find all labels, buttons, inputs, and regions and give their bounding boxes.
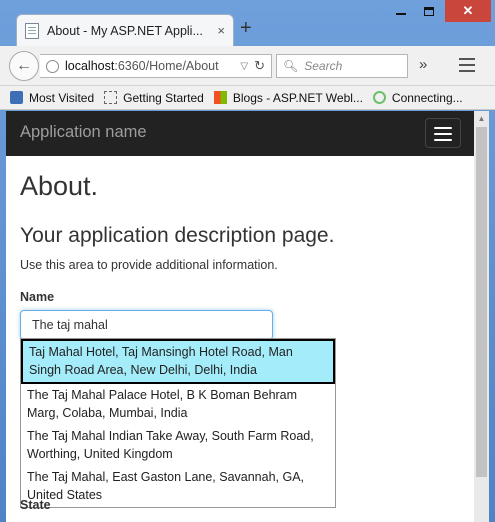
tab-about[interactable]: About - My ASP.NET Appli... × [16, 14, 234, 46]
bookmark-blogs[interactable]: Blogs - ASP.NET Webl... [213, 91, 363, 105]
maximize-button[interactable] [415, 0, 443, 22]
tab-title: About - My ASP.NET Appli... [47, 23, 203, 38]
minimize-icon [396, 13, 406, 15]
name-input[interactable] [20, 310, 273, 340]
page-icon [104, 91, 118, 104]
autocomplete-dropdown: Taj Mahal Hotel, Taj Mansingh Hotel Road… [20, 338, 336, 508]
autocomplete-item[interactable]: The Taj Mahal Palace Hotel, B K Boman Be… [21, 384, 335, 425]
name-label: Name [20, 290, 55, 304]
browser-window: About - My ASP.NET Appli... × + ✕ ← loca… [0, 0, 495, 522]
bookmarks-toolbar: Most Visited Getting Started Blogs - ASP… [0, 86, 495, 110]
page-description: Use this area to provide additional info… [20, 258, 278, 272]
url-text: localhost:6360/Home/About [65, 59, 219, 73]
page-icon [25, 22, 39, 39]
address-bar[interactable]: localhost:6360/Home/About ▽ ↻ [40, 54, 272, 78]
main-content: About. Your application description page… [20, 171, 460, 340]
scroll-thumb[interactable] [476, 127, 487, 477]
back-button[interactable]: ← [9, 51, 39, 81]
close-icon: ✕ [462, 3, 474, 18]
autocomplete-item[interactable]: The Taj Mahal, East Gaston Lane, Savanna… [21, 466, 335, 507]
page-title: About. [20, 171, 99, 201]
reload-icon[interactable]: ↻ [254, 58, 265, 74]
search-bar[interactable]: 🔍︎ Search [276, 54, 408, 78]
folder-icon [10, 91, 23, 104]
state-label: State [20, 498, 51, 512]
maximize-icon [424, 6, 434, 16]
page-viewport: Application name About. Your application… [6, 111, 489, 522]
menu-icon[interactable] [459, 58, 475, 76]
new-tab-button[interactable]: + [240, 18, 252, 38]
brand-link[interactable]: Application name [20, 123, 147, 142]
microsoft-icon [213, 91, 227, 104]
site-navbar: Application name [6, 111, 474, 156]
history-dropdown-icon[interactable]: ▽ [240, 61, 248, 72]
tab-bar: About - My ASP.NET Appli... × + ✕ [0, 0, 495, 46]
globe-icon [46, 59, 59, 73]
autocomplete-item[interactable]: Taj Mahal Hotel, Taj Mansingh Hotel Road… [21, 339, 335, 384]
navigation-toolbar: ← localhost:6360/Home/About ▽ ↻ 🔍︎ Searc… [0, 46, 495, 86]
back-arrow-icon: ← [16, 57, 32, 74]
vertical-scrollbar[interactable]: ▲ [474, 111, 489, 522]
search-placeholder: Search [304, 59, 343, 73]
bookmark-getting-started[interactable]: Getting Started [104, 91, 204, 105]
hamburger-menu-button[interactable] [425, 118, 461, 148]
overflow-button[interactable]: » [419, 56, 427, 73]
search-icon: 🔍︎ [283, 59, 299, 73]
scroll-up-icon[interactable]: ▲ [474, 111, 489, 126]
close-window-button[interactable]: ✕ [445, 0, 491, 22]
minimize-button[interactable] [387, 0, 415, 22]
bookmark-most-visited[interactable]: Most Visited [10, 91, 94, 105]
loading-icon [372, 91, 386, 104]
tab-close-icon[interactable]: × [217, 23, 225, 38]
bookmark-connecting[interactable]: Connecting... [372, 91, 463, 105]
autocomplete-item[interactable]: The Taj Mahal Indian Take Away, South Fa… [21, 425, 335, 466]
page-subtitle: Your application description page. [20, 224, 335, 247]
